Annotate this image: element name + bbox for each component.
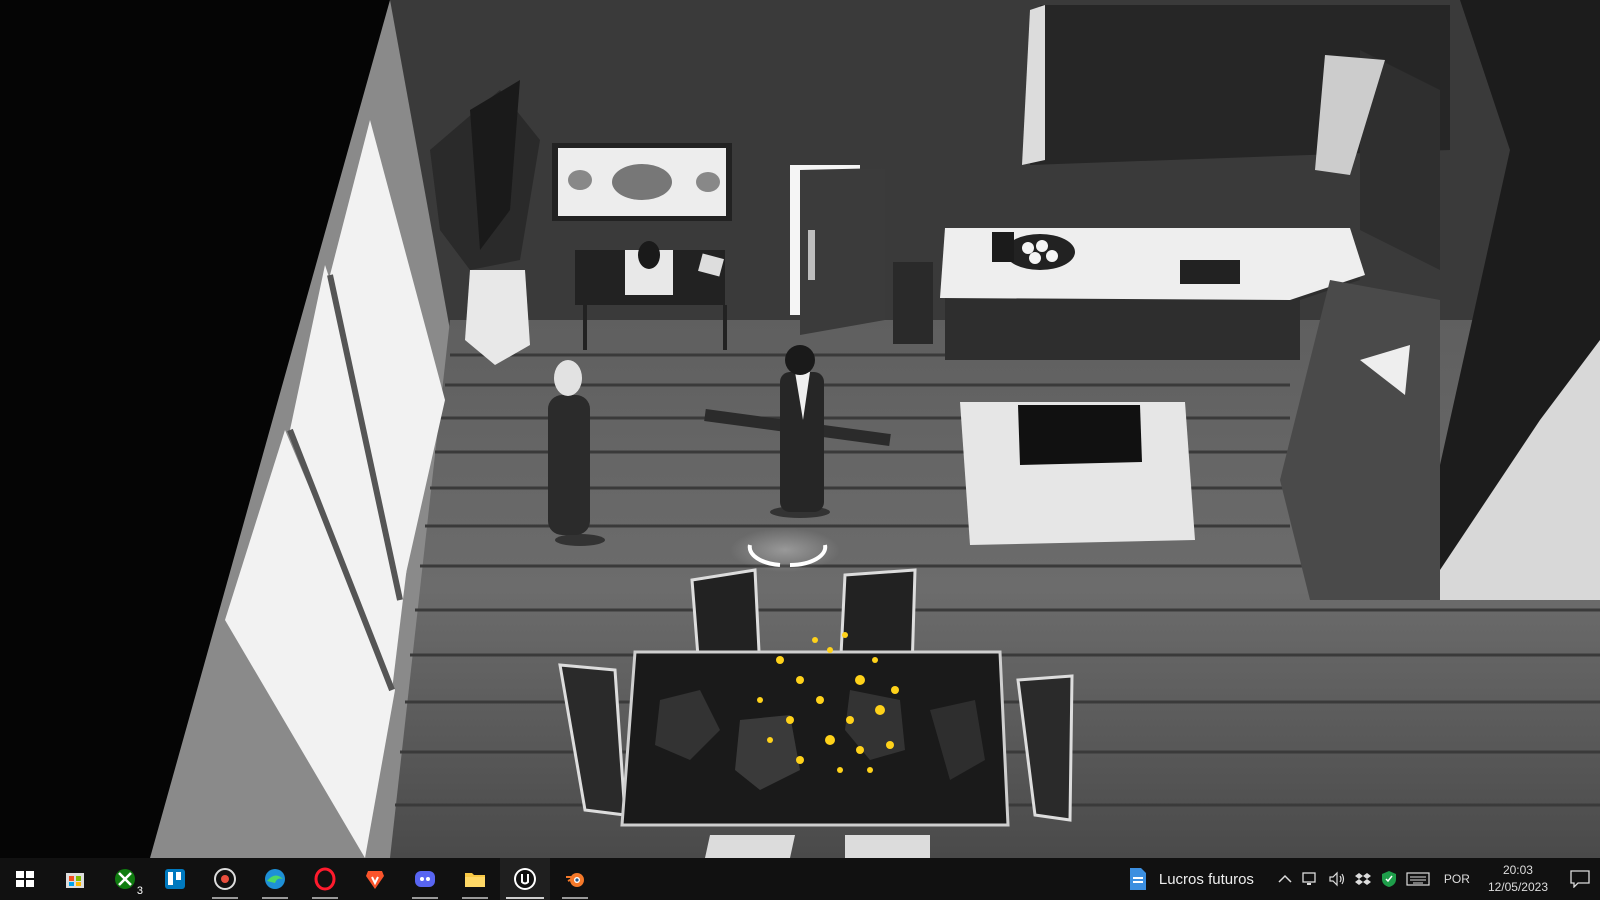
- action-center-button[interactable]: [1560, 858, 1600, 900]
- discord-button[interactable]: [400, 858, 450, 900]
- keyboard-icon: [1406, 872, 1430, 886]
- clock-date: 12/05/2023: [1487, 880, 1548, 894]
- edge-icon: [265, 869, 285, 889]
- opera-icon: [314, 867, 336, 891]
- dropbox-tray-button[interactable]: [1350, 858, 1376, 900]
- security-tray-button[interactable]: [1376, 858, 1402, 900]
- door: [790, 165, 885, 335]
- xbox-icon: [115, 869, 135, 889]
- network-icon: [1302, 872, 1316, 885]
- xbox-button[interactable]: 3: [100, 858, 150, 900]
- discord-icon: [415, 871, 435, 887]
- disc-icon: [214, 868, 236, 890]
- show-hidden-icons-button[interactable]: [1272, 858, 1298, 900]
- game-viewport[interactable]: [0, 0, 1600, 858]
- trello-button[interactable]: [150, 858, 200, 900]
- xbox-badge: 3: [136, 885, 143, 897]
- network-tray-button[interactable]: [1298, 858, 1324, 900]
- pinned-document-button[interactable]: Lucros futuros: [1117, 858, 1272, 900]
- shield-icon: [1381, 871, 1396, 887]
- opera-button[interactable]: [300, 858, 350, 900]
- chevron-up-icon: [1278, 874, 1292, 883]
- taskbar: 3 Lucros futuros POR 20:03 12/05/2023: [0, 858, 1600, 900]
- speaker-icon: [1329, 871, 1345, 887]
- unreal-icon: [514, 868, 536, 890]
- microsoft-store-button[interactable]: [50, 858, 100, 900]
- start-button[interactable]: [0, 858, 50, 900]
- trash-can: [893, 262, 933, 344]
- system-tray: Lucros futuros POR 20:03 12/05/2023: [1117, 858, 1600, 900]
- edge-button[interactable]: [250, 858, 300, 900]
- blender-button[interactable]: [550, 858, 600, 900]
- keyboard-tray-button[interactable]: [1402, 858, 1434, 900]
- trello-icon: [165, 869, 185, 889]
- blender-icon: [566, 873, 584, 887]
- store-icon: [66, 873, 84, 888]
- davinci-button[interactable]: [200, 858, 250, 900]
- language-indicator[interactable]: POR: [1434, 872, 1480, 886]
- windows-icon: [16, 871, 34, 887]
- file-explorer-button[interactable]: [450, 858, 500, 900]
- selection-marker: [730, 528, 840, 572]
- dropbox-icon: [1354, 873, 1371, 885]
- brave-icon: [366, 871, 384, 889]
- pinned-document-label: Lucros futuros: [1158, 870, 1254, 888]
- notification-icon: [1570, 870, 1590, 888]
- kitchen-island: [960, 402, 1195, 545]
- brave-button[interactable]: [350, 858, 400, 900]
- folder-icon: [465, 873, 485, 887]
- wall-painting: [552, 143, 732, 221]
- clock[interactable]: 20:03 12/05/2023: [1480, 862, 1560, 896]
- clock-time: 20:03: [1502, 863, 1533, 877]
- document-icon: [1129, 868, 1146, 890]
- volume-tray-button[interactable]: [1324, 858, 1350, 900]
- unreal-engine-button[interactable]: [500, 858, 550, 900]
